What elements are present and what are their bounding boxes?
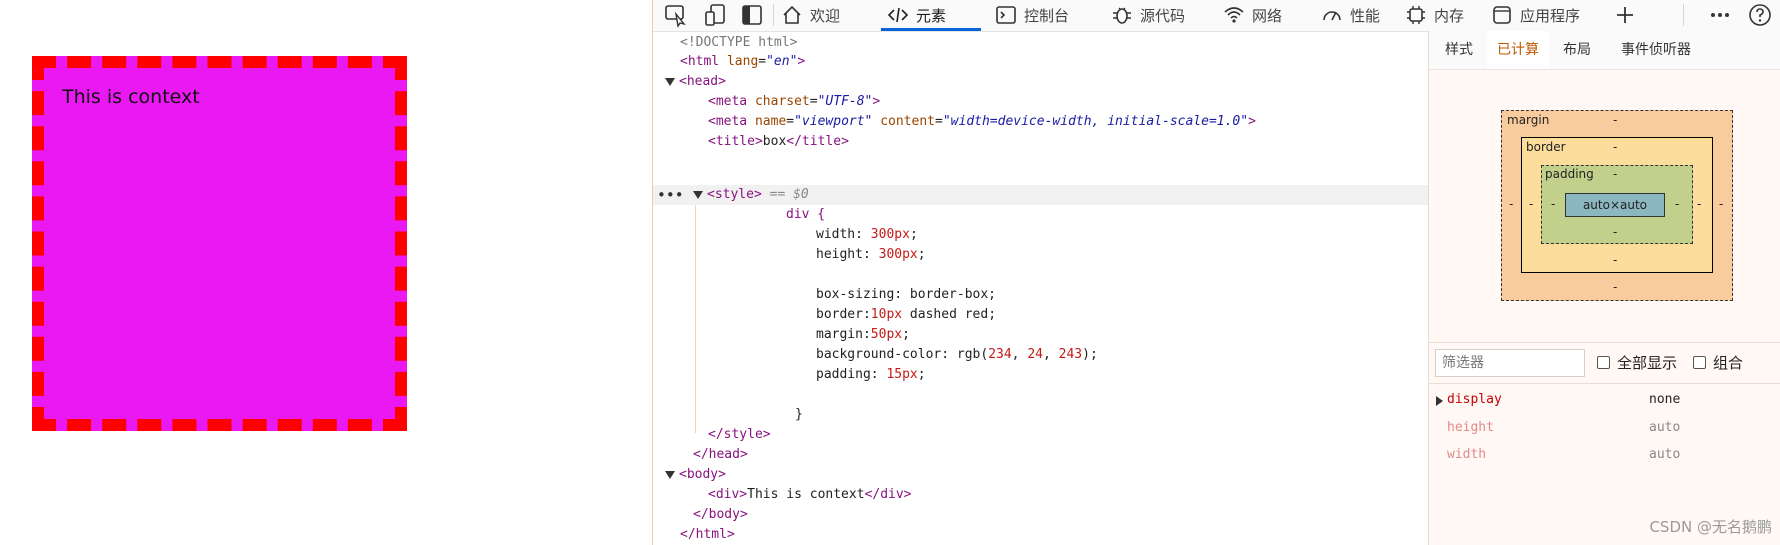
more-icon[interactable] — [1707, 2, 1733, 28]
tab-network[interactable]: 网络 — [1223, 0, 1282, 30]
tab-console[interactable]: 控制台 — [995, 0, 1069, 30]
css-background: background-color: rgb(234, 24, 243); — [816, 347, 1098, 362]
expand-triangle-icon[interactable] — [665, 77, 675, 86]
css-box-sizing: box-sizing: border-box; — [816, 287, 997, 302]
inspect-icon[interactable] — [663, 2, 689, 28]
property-value-height: auto — [1649, 420, 1681, 435]
dom-line-body[interactable]: <body> — [665, 465, 726, 485]
console-icon — [996, 6, 1016, 24]
preview-text: This is context — [62, 86, 200, 108]
bug-icon — [1113, 7, 1131, 24]
border-top-value: - — [1613, 140, 1618, 154]
dom-line-html[interactable]: <html lang="en"> — [680, 52, 805, 72]
margin-left-value: - — [1509, 197, 1514, 211]
dom-line-title[interactable]: <title>box</title> — [708, 132, 849, 152]
property-value-width: auto — [1649, 447, 1681, 462]
tab-welcome[interactable]: 欢迎 — [781, 0, 840, 30]
expand-triangle-icon[interactable] — [693, 190, 703, 199]
dock-icon[interactable] — [739, 2, 765, 28]
margin-bottom-value: - — [1613, 280, 1618, 294]
border-label: border — [1526, 140, 1566, 154]
css-height: height: 300px; — [816, 247, 926, 262]
styles-sidebar: 样式 已计算 布局 事件侦听器 auto×auto margin border … — [1428, 31, 1780, 545]
dom-line-meta-viewport[interactable]: <meta name="viewport" content="width=dev… — [708, 112, 1256, 132]
css-width: width: 300px; — [816, 227, 918, 242]
dom-line-html-close[interactable]: </html> — [680, 525, 735, 545]
expand-property-icon[interactable] — [1436, 396, 1443, 406]
padding-left-value: - — [1551, 197, 1556, 211]
watermark: CSDN @无名鹅鹏 — [1649, 518, 1772, 536]
tab-sources[interactable]: 源代码 — [1111, 0, 1185, 30]
padding-right-value: - — [1675, 197, 1680, 211]
show-all-checkbox[interactable] — [1597, 356, 1610, 369]
dom-line-doctype[interactable]: <!DOCTYPE html> — [680, 33, 797, 53]
dom-line-style[interactable]: <style> == $0 — [693, 185, 809, 205]
app-icon — [1493, 6, 1511, 24]
filter-row: 全部显示 组合 — [1429, 342, 1780, 384]
tab-memory[interactable]: 内存 — [1405, 0, 1464, 30]
group-label: 组合 — [1713, 354, 1744, 372]
margin-label: margin — [1507, 113, 1550, 127]
chip-icon — [1407, 6, 1425, 24]
devtools-toolbar: 欢迎 元素 控制台 源代码 网络 性能 内存 应用程序 — [653, 0, 1780, 32]
add-tab-icon[interactable] — [1612, 2, 1638, 28]
show-all-label: 全部显示 — [1617, 354, 1678, 372]
dom-tree: ••• <!DOCTYPE html> <html lang="en"> <he… — [653, 31, 1428, 545]
node-actions-icon[interactable]: ••• — [657, 185, 684, 205]
property-value-display: none — [1649, 392, 1681, 407]
property-name-width[interactable]: width — [1447, 447, 1486, 462]
gauge-icon — [1323, 11, 1341, 21]
code-icon — [887, 7, 909, 23]
border-bottom-value: - — [1613, 253, 1618, 267]
device-emulation-icon[interactable] — [703, 2, 729, 28]
padding-bottom-value: - — [1613, 225, 1618, 239]
help-icon[interactable] — [1747, 2, 1773, 28]
dom-line-div[interactable]: <div>This is context</div> — [708, 485, 912, 505]
dom-line-meta-charset[interactable]: <meta charset="UTF-8"> — [708, 92, 880, 112]
expand-triangle-icon[interactable] — [665, 470, 675, 479]
group-checkbox[interactable] — [1693, 356, 1706, 369]
preview-div-box: This is context — [32, 56, 407, 431]
property-name-display[interactable]: display — [1447, 392, 1502, 407]
tab-layout[interactable]: 布局 — [1553, 31, 1601, 69]
dom-line-head[interactable]: <head> — [665, 72, 726, 92]
css-close-brace: } — [795, 407, 803, 422]
tab-application[interactable]: 应用程序 — [1491, 0, 1580, 30]
css-border: border:10px dashed red; — [816, 307, 997, 322]
dom-line-head-close[interactable]: </head> — [693, 445, 748, 465]
tab-performance[interactable]: 性能 — [1321, 0, 1380, 30]
css-margin: margin:50px; — [816, 327, 910, 342]
border-right-value: - — [1697, 197, 1702, 211]
home-icon — [783, 5, 801, 24]
tab-styles[interactable]: 样式 — [1435, 31, 1483, 69]
filter-input[interactable] — [1435, 349, 1585, 377]
wifi-icon — [1224, 7, 1244, 23]
padding-label: padding — [1545, 167, 1594, 181]
devtools-panel: 欢迎 元素 控制台 源代码 网络 性能 内存 应用程序 ••• <!DOCTYP… — [652, 0, 1780, 545]
property-name-height[interactable]: height — [1447, 420, 1494, 435]
border-left-value: - — [1529, 197, 1534, 211]
margin-top-value: - — [1613, 113, 1618, 127]
sidebar-tabs: 样式 已计算 布局 事件侦听器 — [1429, 31, 1780, 70]
tab-event-listeners[interactable]: 事件侦听器 — [1611, 31, 1701, 69]
padding-top-value: - — [1613, 167, 1618, 181]
box-model-content[interactable]: auto×auto — [1565, 193, 1665, 217]
tab-elements[interactable]: 元素 — [887, 0, 946, 30]
dom-line-body-close[interactable]: </body> — [693, 505, 748, 525]
margin-right-value: - — [1719, 197, 1724, 211]
tree-guide-line — [695, 205, 696, 433]
css-selector: div { — [786, 207, 826, 222]
css-padding: padding: 15px; — [816, 367, 926, 382]
dom-line-style-close[interactable]: </style> — [708, 425, 771, 445]
tab-computed[interactable]: 已计算 — [1487, 31, 1549, 69]
